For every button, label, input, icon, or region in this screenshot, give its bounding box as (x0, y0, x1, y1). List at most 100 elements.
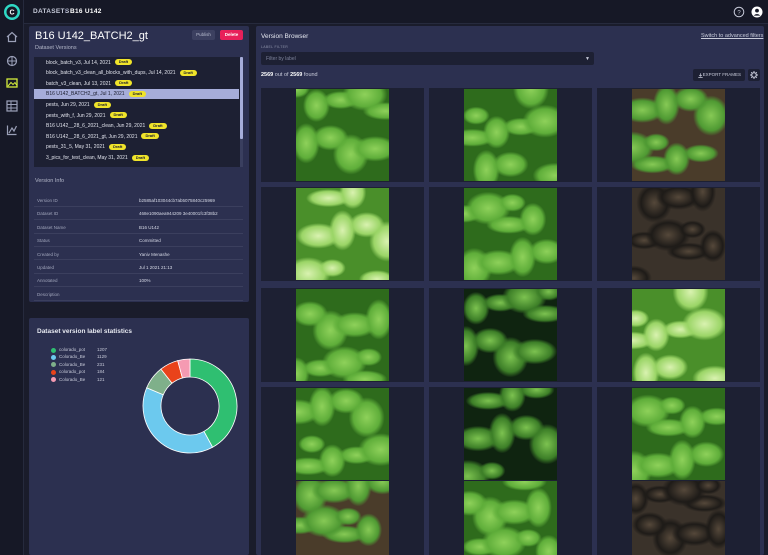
info-value: 468e1090aea944209 3e40001fc3f38b2 (139, 211, 218, 217)
caret-down-icon: ▼ (585, 56, 590, 62)
legend-item[interactable]: Colorado_Be 121 (51, 377, 111, 383)
legend-item[interactable]: Colorado_Be 231 (51, 362, 111, 368)
legend-label: colorado_pot (59, 369, 86, 375)
version-item[interactable]: block_batch_v3, Jul 14, 2021 Draft (34, 58, 239, 68)
image-icon[interactable] (6, 77, 18, 89)
frame-image (296, 289, 389, 381)
frame-thumbnail[interactable] (429, 387, 592, 481)
version-item[interactable]: pests_31_5, May 31, 2021 Draft (34, 142, 239, 152)
version-name: block_batch_v3_clean_all_blocks_with_dup… (46, 70, 176, 77)
frame-image (632, 289, 725, 381)
legend-color-dot (51, 362, 56, 368)
frame-thumbnail[interactable] (597, 480, 760, 555)
svg-text:C: C (9, 10, 14, 17)
version-name: block_batch_v3, Jul 14, 2021 (46, 59, 111, 66)
version-item[interactable]: B16 U142__28_6_2021_gt, Jun 29, 2021 Draf… (34, 132, 239, 142)
frame-image (296, 89, 389, 181)
info-key: Version ID (37, 198, 58, 203)
donut-slice[interactable] (142, 387, 214, 454)
found-suffix: found (302, 72, 318, 78)
version-item[interactable]: B16 U142__28_6_2021_clean, Jun 29, 2021 D… (34, 121, 239, 131)
legend-label: colorado_pot (59, 347, 86, 352)
frame-image (296, 388, 389, 480)
version-item[interactable]: batch_v3_clean, Jul 13, 2021 Draft (34, 79, 239, 89)
version-item[interactable]: block_batch_v3_clean_all_blocks_with_dup… (34, 68, 239, 78)
frame-thumbnail[interactable] (597, 288, 760, 382)
delete-button[interactable]: Delete (220, 30, 243, 40)
frame-thumbnail[interactable] (429, 88, 592, 182)
info-key: Dataset ID (37, 211, 59, 217)
info-row: Version ID b2585af103044cb7ab5075840c2596… (34, 195, 243, 207)
version-item[interactable]: 3_pics_for_test_clean, May 31, 2021 Draft (34, 153, 239, 163)
legend-count: 1129 (97, 354, 107, 360)
version-list-scroll-thumb[interactable] (240, 57, 243, 139)
frame-thumbnail[interactable] (597, 187, 760, 281)
info-key: Description (37, 291, 60, 297)
frame-thumbnail[interactable] (261, 187, 424, 281)
legend-item[interactable]: Colorado_Be 1129 (51, 354, 111, 360)
legend-count: 231 (97, 361, 105, 367)
version-name: B16 U142_BATCH2_gt, Jul 1, 2021 (46, 91, 125, 98)
legend-color-dot (51, 354, 56, 360)
filter-placeholder: Filter by label (266, 55, 296, 62)
home-icon[interactable] (6, 31, 18, 43)
version-item[interactable]: B16 U142_BATCH2_gt, Jul 1, 2021 Draft (34, 89, 239, 100)
frame-thumbnail[interactable] (597, 88, 760, 182)
info-value: B16 U142 (139, 224, 160, 230)
export-frames-button[interactable]: EXPORT FRAMES (693, 69, 745, 81)
version-list: block_batch_v3, Jul 14, 2021 Draft block_b… (34, 57, 243, 167)
frame-thumbnail[interactable] (261, 88, 424, 182)
version-name: batch_v3_clean, Jul 13, 2021 (46, 80, 112, 87)
draft-badge: Draft (179, 69, 197, 76)
advanced-filters-link[interactable]: Switch to advanced filters (701, 33, 763, 39)
breadcrumb-datasets[interactable]: DATASETS (33, 8, 69, 15)
version-name: 3_pics_for_test_clean, May 31, 2021 (46, 154, 128, 161)
frame-image (464, 289, 557, 381)
frame-image (632, 481, 725, 555)
version-info-label: Version Info (35, 178, 65, 184)
info-row: Description (34, 289, 243, 301)
version-name: pests_31_5, May 31, 2021 (46, 144, 105, 151)
version-item[interactable]: pests_with_f, Jun 29, 2021 Draft (34, 111, 239, 121)
publish-button[interactable]: Publish (192, 30, 215, 40)
found-middle: out of (273, 72, 291, 78)
frame-thumbnail[interactable] (597, 387, 760, 481)
legend-item[interactable]: colorado_pot 1207 (51, 347, 111, 353)
user-avatar-icon[interactable] (751, 6, 763, 18)
draft-badge: Draft (128, 90, 146, 97)
gear-icon[interactable] (748, 69, 760, 81)
frame-thumbnail[interactable] (429, 480, 592, 555)
info-row: Dataset Name B16 U142 (34, 222, 243, 234)
draft-badge: Draft (141, 133, 159, 140)
frame-thumbnail[interactable] (429, 187, 592, 281)
frame-thumbnail[interactable] (261, 387, 424, 481)
frame-image (296, 481, 389, 555)
table-icon[interactable] (6, 100, 18, 112)
stats-title: Dataset version label statistics (37, 328, 133, 335)
svg-text:?: ? (737, 10, 741, 16)
info-row: Dataset ID 468e1090aea944209 3e40001fc3f3… (34, 208, 243, 221)
found-count-text: 2569 out of 2569 found (261, 72, 318, 78)
info-row: Annotated 100% (34, 275, 243, 288)
frame-thumbnail[interactable] (261, 480, 424, 555)
legend-item[interactable]: colorado_pot 184 (51, 369, 111, 375)
frame-thumbnail[interactable] (429, 288, 592, 382)
frame-thumbnail[interactable] (261, 288, 424, 382)
info-key: Status (37, 238, 50, 244)
frame-image (464, 188, 557, 280)
info-key: Annotated (37, 278, 58, 284)
label-filter-select[interactable]: Filter by label ▼ (261, 52, 594, 65)
version-item[interactable]: pests, Jun 29, 2021 Draft (34, 100, 239, 110)
info-value: b2585af103044cb7ab5075840c25969 (139, 198, 215, 203)
frame-image (464, 388, 557, 480)
help-icon[interactable]: ? (733, 6, 745, 18)
info-value: Jul 1 2021 21:13 (139, 265, 173, 270)
info-row: Created by Yaniv Menashe (34, 249, 243, 261)
pipeline-icon[interactable] (6, 124, 18, 136)
version-name: pests_with_f, Jun 29, 2021 (46, 112, 106, 119)
app-logo-icon[interactable]: C (3, 3, 21, 21)
draft-badge: Draft (115, 80, 133, 87)
brain-icon[interactable] (6, 55, 18, 67)
frame-image (632, 89, 725, 181)
frame-image (632, 188, 725, 280)
